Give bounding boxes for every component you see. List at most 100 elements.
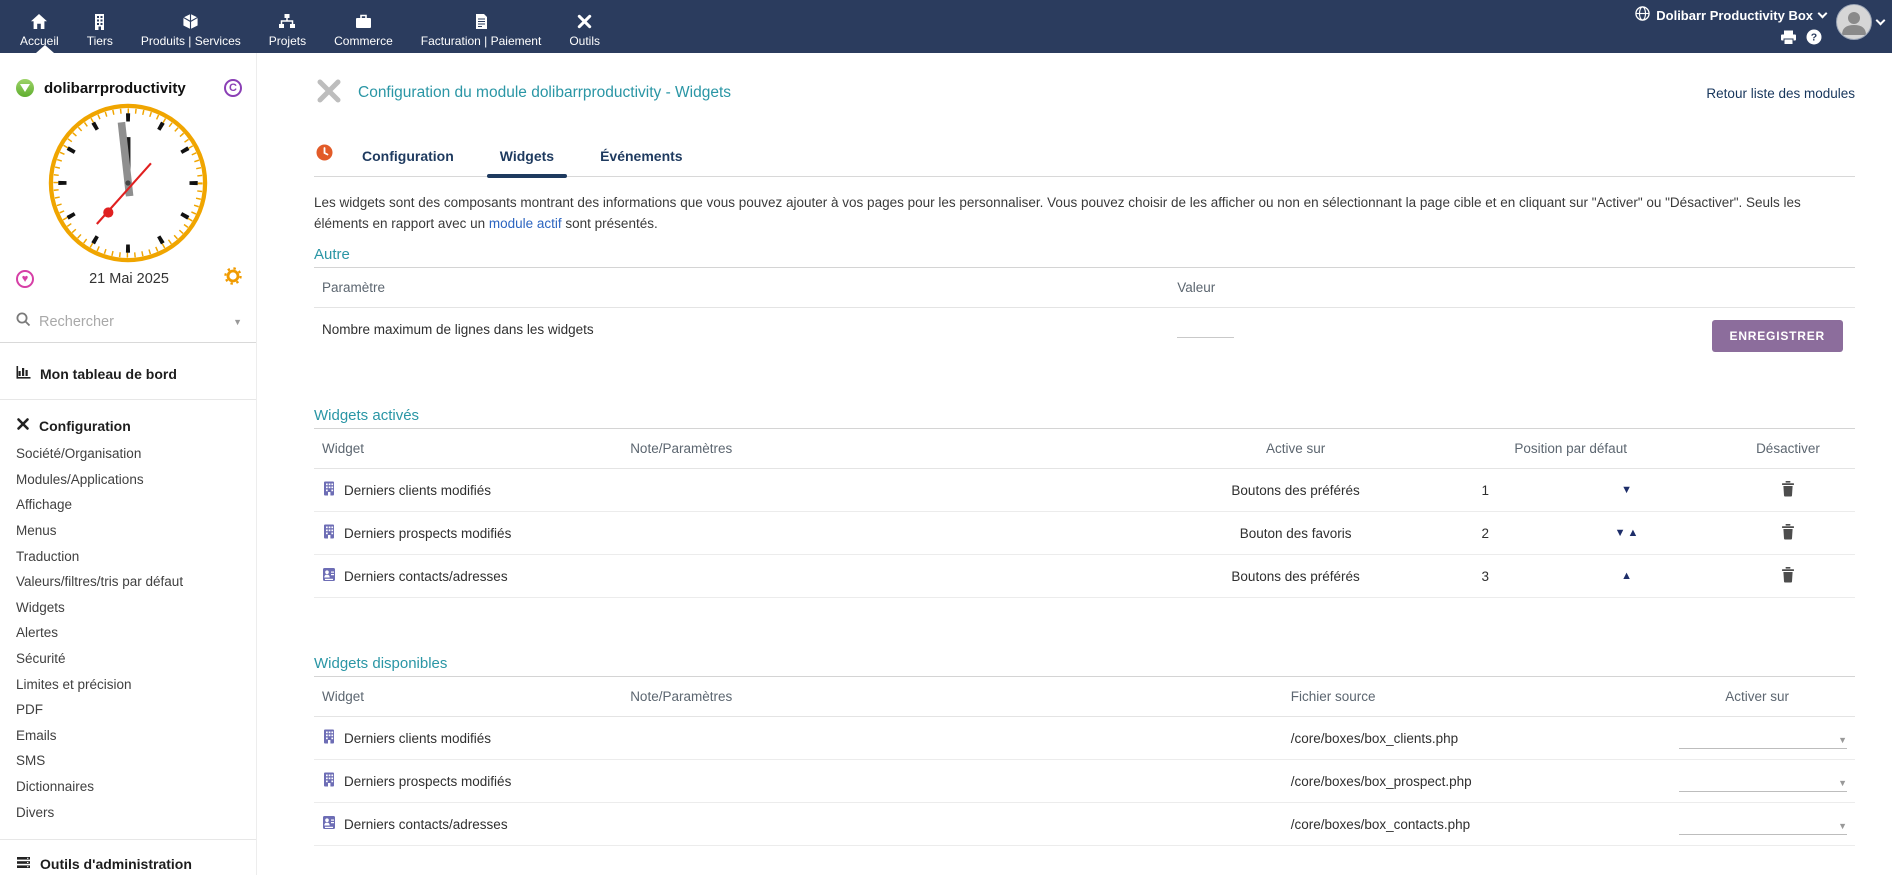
clock-settings-icon[interactable] [224, 267, 242, 290]
activer-sur-select[interactable]: ▼ [1679, 727, 1847, 749]
building-widget-icon [322, 729, 336, 747]
sidebar-item-dashboard[interactable]: Mon tableau de bord [0, 365, 256, 400]
tab-evenements[interactable]: Événements [577, 148, 705, 176]
sidebar-item-traduction[interactable]: Traduction [0, 543, 256, 569]
table-row: Derniers contacts/adresses /core/boxes/b… [314, 803, 1855, 846]
invoice-icon [475, 11, 488, 31]
active-sur-value: Bouton des favoris [1171, 512, 1421, 555]
active-widgets-table: Widget Note/Paramètres Active sur Positi… [314, 428, 1855, 598]
search-box[interactable]: Rechercher ▼ [0, 312, 256, 343]
help-icon[interactable]: ? [1806, 29, 1822, 50]
column-header-fichier-source: Fichier source [1171, 677, 1659, 717]
save-button[interactable]: ENREGISTRER [1712, 320, 1843, 352]
module-clock-icon [316, 144, 333, 166]
sidebar-item-affichage[interactable]: Affichage [0, 492, 256, 518]
activer-sur-select[interactable]: ▼ [1679, 770, 1847, 792]
chevron-down-icon: ▼ [1838, 778, 1847, 788]
position-value: 2 [1428, 526, 1542, 541]
product-cube-icon [182, 11, 199, 31]
top-navbar: Accueil Tiers Produits | Services Projet… [0, 0, 1892, 53]
expand-icon[interactable] [16, 79, 34, 97]
section-heading-autre: Autre [314, 246, 1855, 263]
widget-name: Derniers prospects modifiés [344, 526, 511, 541]
globe-icon [1635, 6, 1650, 24]
nav-item-outils[interactable]: Outils [555, 0, 614, 53]
widget-name: Derniers contacts/adresses [344, 817, 508, 832]
section-heading-widgets-actives: Widgets activés [314, 407, 1855, 424]
move-up-icon[interactable]: ▲ [1621, 570, 1634, 582]
building-icon [93, 11, 106, 31]
print-icon[interactable] [1780, 30, 1797, 50]
company-selector[interactable]: Dolibarr Productivity Box [1635, 6, 1826, 24]
sidebar-section-configuration[interactable]: Configuration [0, 417, 256, 434]
sidebar-section-admin-tools[interactable]: Outils d'administration [0, 839, 256, 872]
sidebar-item-sms[interactable]: SMS [0, 748, 256, 774]
activer-sur-select[interactable]: ▼ [1679, 813, 1847, 835]
nav-label: Produits | Services [141, 34, 241, 48]
chevron-down-icon: ▼ [1838, 821, 1847, 831]
column-header-activer-sur: Activer sur [1659, 677, 1855, 717]
source-file: /core/boxes/box_contacts.php [1171, 803, 1659, 846]
module-setup-icon [314, 76, 344, 111]
server-list-icon [16, 856, 31, 872]
sidebar-item-modules[interactable]: Modules/Applications [0, 467, 256, 493]
table-row: Nombre maximum de lignes dans les widget… [314, 307, 1855, 350]
sidebar-item-divers[interactable]: Divers [0, 799, 256, 825]
column-header-note: Note/Paramètres [622, 677, 1171, 717]
tab-widgets[interactable]: Widgets [477, 148, 577, 176]
max-lines-input[interactable] [1177, 320, 1234, 338]
nav-item-facturation[interactable]: Facturation | Paiement [407, 0, 556, 53]
sidebar-item-valeurs[interactable]: Valeurs/filtres/tris par défaut [0, 569, 256, 595]
user-menu[interactable] [1836, 4, 1884, 40]
sidebar-item-pdf[interactable]: PDF [0, 697, 256, 723]
nav-label: Commerce [334, 34, 393, 48]
nav-label: Facturation | Paiement [421, 34, 542, 48]
building-widget-icon [322, 524, 336, 542]
move-up-icon[interactable]: ▲ [1628, 527, 1641, 539]
trash-icon[interactable] [1781, 524, 1795, 540]
sidebar-item-widgets[interactable]: Widgets [0, 595, 256, 621]
sidebar-item-label: Mon tableau de bord [40, 366, 177, 382]
nav-item-produits-services[interactable]: Produits | Services [127, 0, 255, 53]
chevron-down-icon[interactable]: ▼ [233, 317, 242, 327]
tab-configuration[interactable]: Configuration [339, 148, 477, 176]
nav-item-commerce[interactable]: Commerce [320, 0, 407, 53]
sidebar-item-limites[interactable]: Limites et précision [0, 671, 256, 697]
autre-table: Paramètre Valeur Nombre maximum de ligne… [314, 267, 1855, 351]
sidebar-item-emails[interactable]: Emails [0, 723, 256, 749]
tools-icon [16, 417, 30, 434]
move-down-icon[interactable]: ▼ [1615, 527, 1628, 539]
column-header-desactiver: Désactiver [1721, 429, 1855, 469]
module-actif-link[interactable]: module actif [489, 216, 562, 231]
trash-icon[interactable] [1781, 481, 1795, 497]
position-value: 3 [1428, 569, 1542, 584]
sidebar-item-alertes[interactable]: Alertes [0, 620, 256, 646]
column-header-widget: Widget [314, 677, 622, 717]
param-label: Nombre maximum de lignes dans les widget… [314, 307, 1169, 350]
widget-name: Derniers clients modifiés [344, 731, 491, 746]
page-title: Configuration du module dolibarrproducti… [358, 84, 731, 102]
column-header-widget: Widget [314, 429, 622, 469]
trash-icon[interactable] [1781, 567, 1795, 583]
bookmark-heart-icon[interactable]: ♥ [16, 270, 34, 288]
nav-item-projets[interactable]: Projets [255, 0, 320, 53]
nav-item-tiers[interactable]: Tiers [73, 0, 127, 53]
company-name: Dolibarr Productivity Box [1656, 8, 1813, 23]
avatar[interactable] [1836, 4, 1872, 40]
search-input[interactable]: Rechercher [39, 314, 225, 330]
sidebar-item-dictionnaires[interactable]: Dictionnaires [0, 774, 256, 800]
briefcase-icon [355, 11, 372, 31]
table-row: Derniers contacts/adresses Boutons des p… [314, 555, 1855, 598]
description-text: sont présentés. [562, 216, 658, 231]
chevron-down-icon: ▼ [1838, 735, 1847, 745]
chevron-down-icon [1818, 8, 1828, 18]
sidebar-section-label: Outils d'administration [40, 856, 192, 872]
sidebar-item-securite[interactable]: Sécurité [0, 646, 256, 672]
sidebar-item-menus[interactable]: Menus [0, 518, 256, 544]
sidebar-item-societe[interactable]: Société/Organisation [0, 441, 256, 467]
back-to-modules-link[interactable]: Retour liste des modules [1706, 86, 1855, 101]
table-row: Derniers clients modifiés Boutons des pr… [314, 469, 1855, 512]
nav-label: Projets [269, 34, 306, 48]
move-down-icon[interactable]: ▼ [1621, 484, 1634, 496]
widget-name: Derniers clients modifiés [344, 483, 491, 498]
